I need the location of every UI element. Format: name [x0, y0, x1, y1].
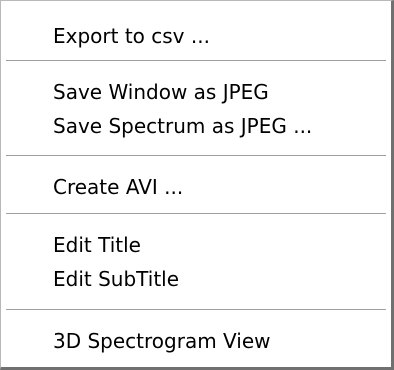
- context-menu: Export to csv ... Save Window as JPEG Sa…: [0, 0, 394, 370]
- menu-separator: [6, 60, 386, 62]
- menu-item-save-window-jpeg[interactable]: Save Window as JPEG: [53, 77, 269, 107]
- menu-separator: [6, 213, 386, 215]
- menu-item-create-avi[interactable]: Create AVI ...: [53, 172, 183, 202]
- menu-item-3d-spectrogram-view[interactable]: 3D Spectrogram View: [53, 326, 271, 356]
- menu-separator: [6, 309, 386, 311]
- menu-item-export-csv[interactable]: Export to csv ...: [53, 21, 210, 51]
- menu-separator: [6, 155, 386, 157]
- menu-item-edit-subtitle[interactable]: Edit SubTitle: [53, 264, 179, 294]
- menu-item-edit-title[interactable]: Edit Title: [53, 230, 141, 260]
- menu-item-save-spectrum-jpeg[interactable]: Save Spectrum as JPEG ...: [53, 111, 312, 141]
